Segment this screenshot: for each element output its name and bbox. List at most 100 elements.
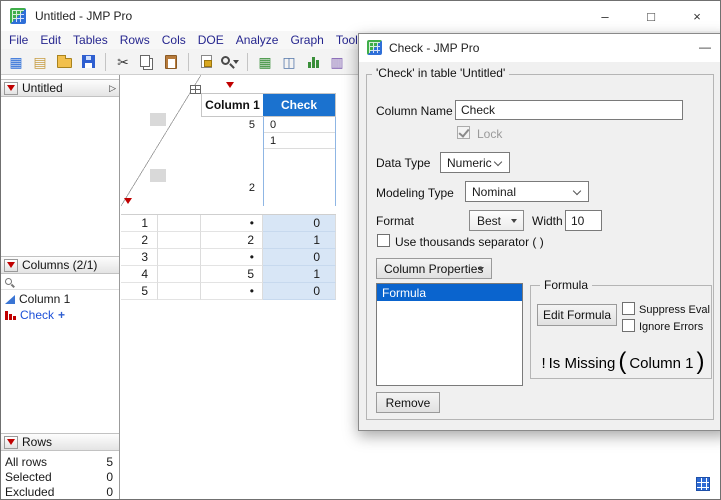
list-item-formula[interactable]: Formula: [377, 284, 522, 301]
cell-column1[interactable]: 2: [201, 232, 263, 249]
panel-expand-icon[interactable]: ▷: [109, 83, 116, 94]
open-button[interactable]: [53, 51, 75, 73]
column-name-input[interactable]: Check: [455, 100, 683, 120]
toolbar-separator: [188, 53, 189, 71]
cell-check[interactable]: 0: [263, 283, 336, 300]
row-number-cell[interactable]: 5: [121, 283, 158, 300]
row-number-cell[interactable]: 4: [121, 266, 158, 283]
magnifier-icon: [221, 56, 230, 65]
suppress-eval-checkbox[interactable]: [622, 302, 635, 315]
table-corner-icon[interactable]: [696, 477, 710, 491]
menu-rows[interactable]: Rows: [114, 31, 156, 49]
edit-formula-button[interactable]: Edit Formula: [537, 304, 617, 326]
columns-panel-title: Columns (2/1): [22, 258, 97, 272]
dialog-titlebar: Check - JMP Pro —: [359, 34, 721, 62]
cell-column1[interactable]: •: [201, 215, 263, 232]
lock-columns-button[interactable]: [195, 51, 217, 73]
close-button[interactable]: ×: [674, 1, 720, 31]
paste-icon: [165, 55, 177, 69]
cell-check[interactable]: 0: [263, 215, 336, 232]
columns-search-box[interactable]: [1, 274, 119, 290]
row-state-cell[interactable]: [158, 249, 201, 266]
formula-not-operator: !: [541, 355, 545, 372]
save-button[interactable]: [77, 51, 99, 73]
formula-close-paren: ): [697, 350, 705, 374]
row-state-cell: [150, 169, 166, 182]
rows-panel-title: Rows: [22, 435, 52, 449]
columns-panel-menu-button[interactable]: [4, 259, 18, 272]
minimize-button[interactable]: –: [582, 1, 628, 31]
new-journal-button[interactable]: ▤: [29, 51, 51, 73]
report-button[interactable]: ▥: [326, 51, 348, 73]
thousands-checkbox[interactable]: [377, 234, 390, 247]
row-state-cell[interactable]: [158, 266, 201, 283]
column-properties-button[interactable]: Column Properties: [376, 258, 492, 279]
column-item-label: Column 1: [19, 292, 70, 306]
modeling-type-dropdown[interactable]: Nominal: [465, 181, 589, 202]
data-table-button[interactable]: ▦: [254, 51, 276, 73]
columns-header-icon[interactable]: [190, 85, 201, 94]
rows-menu-icon[interactable]: [124, 198, 132, 204]
copy-button[interactable]: [136, 51, 158, 73]
table-row[interactable]: 1 • 0: [121, 215, 336, 232]
column-list-item-column1[interactable]: Column 1: [1, 291, 119, 307]
cell-check[interactable]: 0: [263, 249, 336, 266]
zoom-dropdown-icon: [233, 60, 239, 64]
column-list-item-check[interactable]: Check +: [1, 307, 119, 323]
data-type-dropdown[interactable]: Numeric: [440, 152, 510, 173]
properties-listbox[interactable]: Formula: [376, 283, 523, 386]
width-input[interactable]: 10: [565, 210, 602, 231]
column-header-check[interactable]: Check: [263, 94, 336, 116]
paste-button[interactable]: [160, 51, 182, 73]
new-data-table-icon: ▦: [9, 55, 22, 69]
table-row[interactable]: 5 • 0: [121, 283, 336, 300]
menu-analyze[interactable]: Analyze: [230, 31, 285, 49]
row-number-cell[interactable]: 3: [121, 249, 158, 266]
format-dropdown[interactable]: Best: [469, 210, 524, 231]
new-journal-icon: ▤: [33, 55, 46, 69]
new-window-button[interactable]: ◫: [278, 51, 300, 73]
menu-cols[interactable]: Cols: [156, 31, 192, 49]
row-state-cell: [150, 113, 166, 126]
table-row[interactable]: 4 5 1: [121, 266, 336, 283]
row-number-cell[interactable]: 1: [121, 215, 158, 232]
ignore-errors-checkbox[interactable]: [622, 319, 635, 332]
new-data-table-button[interactable]: ▦: [5, 51, 27, 73]
cell-check[interactable]: 1: [263, 232, 336, 249]
table-row[interactable]: 2 2 1: [121, 232, 336, 249]
menu-file[interactable]: File: [3, 31, 34, 49]
lock-icon: [201, 55, 212, 68]
columns-menu-icon[interactable]: [226, 82, 234, 88]
cell-column1[interactable]: 5: [201, 266, 263, 283]
sidebar: Untitled ▷ Columns (2/1) Column 1 Check …: [1, 75, 120, 499]
row-state-cell[interactable]: [158, 215, 201, 232]
cell-column1[interactable]: •: [201, 283, 263, 300]
ignore-errors-label: Ignore Errors: [639, 321, 703, 333]
menu-doe[interactable]: DOE: [192, 31, 230, 49]
lock-checkbox[interactable]: [457, 126, 470, 139]
stat-label: Excluded: [5, 485, 54, 499]
suppress-eval-label: Suppress Eval: [639, 304, 710, 316]
row-state-cell[interactable]: [158, 283, 201, 300]
menu-tables[interactable]: Tables: [67, 31, 114, 49]
zoom-button[interactable]: [219, 51, 241, 73]
menu-graph[interactable]: Graph: [284, 31, 329, 49]
column-header-row: Column 1 Check: [201, 93, 336, 117]
cut-button[interactable]: ✂: [112, 51, 134, 73]
menu-edit[interactable]: Edit: [34, 31, 67, 49]
preview-cell: 2: [201, 180, 263, 196]
toolbar-separator: [247, 53, 248, 71]
row-state-cell[interactable]: [158, 232, 201, 249]
column-header-column1[interactable]: Column 1: [201, 94, 263, 116]
table-panel-menu-button[interactable]: [4, 82, 18, 95]
cell-check[interactable]: 1: [263, 266, 336, 283]
stat-label: Selected: [5, 470, 52, 484]
table-row[interactable]: 3 • 0: [121, 249, 336, 266]
remove-button[interactable]: Remove: [376, 392, 440, 413]
rows-panel-menu-button[interactable]: [4, 436, 18, 449]
dialog-minimize-button[interactable]: —: [691, 37, 719, 57]
graph-builder-button[interactable]: [302, 51, 324, 73]
cell-column1[interactable]: •: [201, 249, 263, 266]
maximize-button[interactable]: □: [628, 1, 674, 31]
row-number-cell[interactable]: 2: [121, 232, 158, 249]
